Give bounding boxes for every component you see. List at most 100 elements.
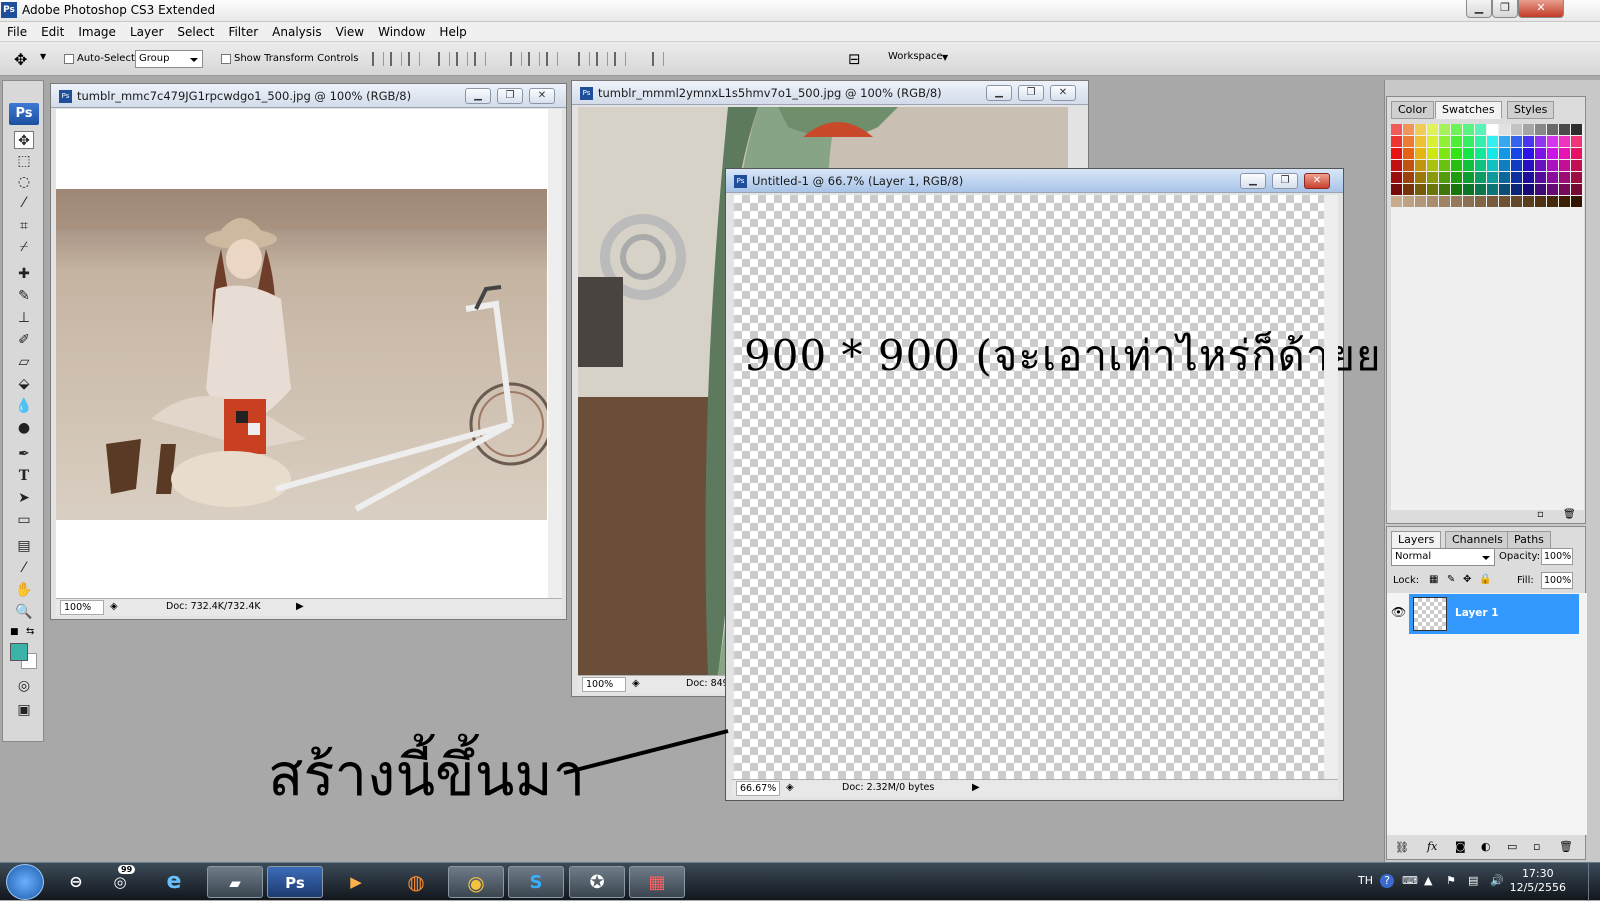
- opacity-field[interactable]: 100%: [1541, 548, 1573, 565]
- color-swatch[interactable]: [1499, 196, 1510, 207]
- align-left-icon[interactable]: [438, 52, 450, 66]
- ps-logo[interactable]: Ps: [9, 103, 39, 125]
- link-layers-icon[interactable]: ⛓: [1395, 841, 1409, 854]
- magic-wand-tool-icon[interactable]: ⁄: [14, 194, 34, 212]
- doc3-titlebar[interactable]: Ps Untitled-1 @ 66.7% (Layer 1, RGB/8) ▁…: [726, 169, 1343, 193]
- color-swatch[interactable]: [1475, 160, 1486, 171]
- auto-select-dropdown[interactable]: Group: [135, 50, 203, 68]
- auto-select-checkbox[interactable]: [64, 54, 74, 64]
- status-menu-arrow-icon[interactable]: ▶: [972, 782, 980, 793]
- color-swatch[interactable]: [1427, 160, 1438, 171]
- menu-image[interactable]: Image: [71, 22, 123, 42]
- color-swatch[interactable]: [1547, 136, 1558, 147]
- align-bottom-icon[interactable]: [408, 52, 420, 66]
- color-swatch[interactable]: [1547, 160, 1558, 171]
- color-swatch[interactable]: [1463, 160, 1474, 171]
- color-swatch[interactable]: [1391, 160, 1402, 171]
- healing-brush-tool-icon[interactable]: ✚: [14, 265, 34, 283]
- minimize-window-button[interactable]: ▁: [1466, 0, 1492, 18]
- workspace-button[interactable]: Workspace: [888, 51, 943, 62]
- color-swatch[interactable]: [1427, 136, 1438, 147]
- document-window-3[interactable]: Ps Untitled-1 @ 66.7% (Layer 1, RGB/8) ▁…: [725, 168, 1398, 801]
- color-swatch[interactable]: [1547, 148, 1558, 159]
- color-swatch[interactable]: [1463, 184, 1474, 195]
- color-swatch[interactable]: [1499, 136, 1510, 147]
- color-swatch[interactable]: [1559, 124, 1570, 135]
- color-swatch[interactable]: [1511, 184, 1522, 195]
- color-swatch[interactable]: [1463, 136, 1474, 147]
- color-swatch[interactable]: [1391, 124, 1402, 135]
- new-swatch-icon[interactable]: ▫: [1537, 509, 1544, 520]
- start-button[interactable]: [6, 864, 44, 900]
- doc3-close-button[interactable]: ✕: [1304, 173, 1330, 189]
- doc2-close-button[interactable]: ✕: [1050, 85, 1076, 101]
- adjustment-layer-icon[interactable]: ◐: [1481, 840, 1491, 853]
- keyboard-icon[interactable]: ⌨: [1402, 874, 1418, 887]
- menu-edit[interactable]: Edit: [34, 22, 71, 42]
- lasso-tool-icon[interactable]: ◌: [14, 173, 34, 191]
- color-swatch[interactable]: [1415, 184, 1426, 195]
- color-swatch[interactable]: [1547, 184, 1558, 195]
- move-tool-preset-icon[interactable]: ✥: [14, 50, 27, 69]
- color-swatch[interactable]: [1391, 184, 1402, 195]
- firefox-icon[interactable]: ◍: [388, 866, 444, 898]
- color-swatch[interactable]: [1487, 196, 1498, 207]
- blend-mode-dropdown[interactable]: Normal: [1391, 548, 1495, 566]
- quick-mask-icon[interactable]: ◎: [14, 677, 34, 695]
- align-hcenter-icon[interactable]: [456, 52, 468, 66]
- distribute-vcenter-icon[interactable]: [528, 52, 540, 66]
- color-swatch[interactable]: [1391, 172, 1402, 183]
- doc2-maximize-button[interactable]: ❐: [1018, 85, 1044, 101]
- doc3-vertical-scrollbar[interactable]: [1324, 195, 1338, 779]
- distribute-bottom-icon[interactable]: [546, 52, 558, 66]
- color-swatch[interactable]: [1475, 172, 1486, 183]
- language-indicator[interactable]: TH: [1358, 874, 1373, 887]
- color-swatch[interactable]: [1451, 136, 1462, 147]
- color-swatch[interactable]: [1571, 196, 1582, 207]
- color-swatch[interactable]: [1415, 148, 1426, 159]
- layer-name[interactable]: Layer 1: [1455, 607, 1499, 619]
- color-swatch[interactable]: [1523, 172, 1534, 183]
- crop-tool-icon[interactable]: ⌗: [14, 217, 34, 235]
- color-swatch[interactable]: [1475, 148, 1486, 159]
- show-transform-checkbox[interactable]: [221, 54, 231, 64]
- color-swatch[interactable]: [1403, 184, 1414, 195]
- color-swatch[interactable]: [1571, 136, 1582, 147]
- blur-tool-icon[interactable]: 💧: [14, 397, 34, 415]
- color-swatch[interactable]: [1391, 136, 1402, 147]
- lock-pixels-icon[interactable]: ✎: [1447, 574, 1455, 585]
- default-colors-icon[interactable]: ■: [10, 627, 19, 637]
- doc3-maximize-button[interactable]: ❐: [1272, 173, 1298, 189]
- tab-styles[interactable]: Styles: [1507, 101, 1555, 119]
- color-swatch[interactable]: [1439, 124, 1450, 135]
- clone-stamp-tool-icon[interactable]: ⊥: [14, 309, 34, 327]
- doc1-titlebar[interactable]: Ps tumblr_mmc7c479JG1rpcwdgo1_500.jpg @ …: [51, 84, 566, 108]
- winrar-icon[interactable]: ▦: [629, 866, 685, 898]
- color-swatch[interactable]: [1403, 172, 1414, 183]
- menu-layer[interactable]: Layer: [123, 22, 170, 42]
- color-swatch[interactable]: [1415, 172, 1426, 183]
- color-swatch[interactable]: [1475, 184, 1486, 195]
- menu-select[interactable]: Select: [170, 22, 221, 42]
- photoshop-app-icon[interactable]: Ps: [1, 2, 17, 18]
- layer-row[interactable]: 👁 Layer 1: [1387, 594, 1579, 634]
- color-swatch[interactable]: [1427, 172, 1438, 183]
- brush-tool-icon[interactable]: ✎: [14, 287, 34, 305]
- path-selection-tool-icon[interactable]: ➤: [14, 489, 34, 507]
- color-swatch[interactable]: [1535, 136, 1546, 147]
- doc3-transparent-canvas[interactable]: 900 * 900 (จะเอาเท่าไหร่ก็ด้ายย): [734, 195, 1398, 779]
- tab-color[interactable]: Color: [1391, 101, 1434, 119]
- color-swatch[interactable]: [1439, 148, 1450, 159]
- new-group-icon[interactable]: ▭: [1507, 840, 1517, 853]
- status-icon[interactable]: ◈: [110, 601, 118, 612]
- color-swatch[interactable]: [1463, 172, 1474, 183]
- color-swatch[interactable]: [1559, 160, 1570, 171]
- color-swatch[interactable]: [1511, 136, 1522, 147]
- status-icon[interactable]: ◈: [632, 678, 640, 689]
- align-top-icon[interactable]: [372, 52, 384, 66]
- color-swatch[interactable]: [1487, 160, 1498, 171]
- color-swatch[interactable]: [1523, 196, 1534, 207]
- clock[interactable]: 17:30 12/5/2556: [1510, 867, 1566, 895]
- color-swatch[interactable]: [1523, 184, 1534, 195]
- distribute-right-icon[interactable]: [614, 52, 626, 66]
